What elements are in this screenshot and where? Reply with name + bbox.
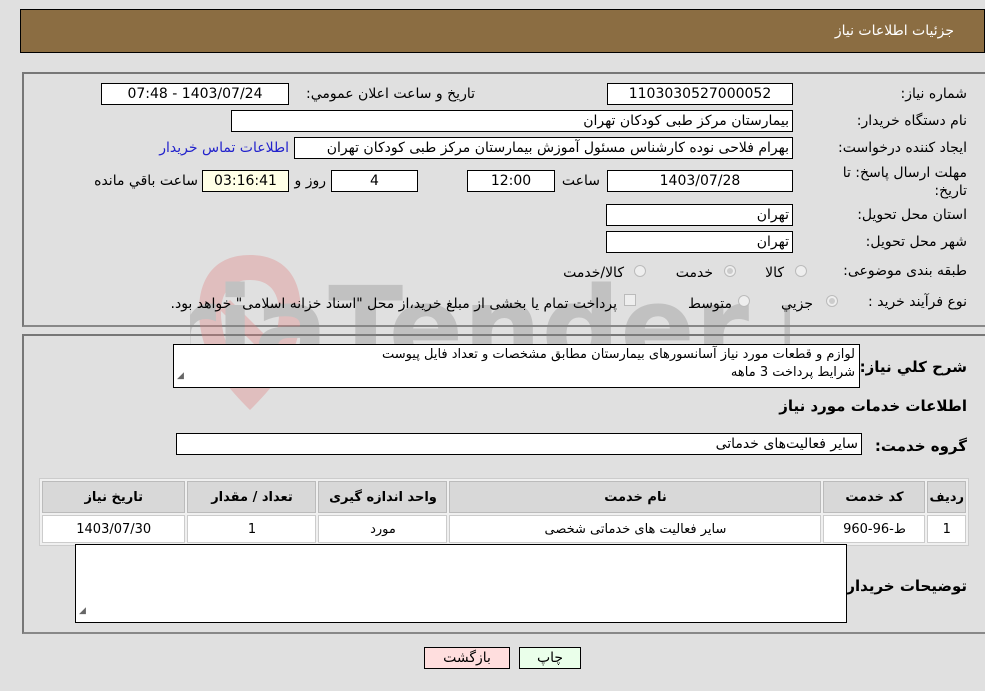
page-header: جزئیات اطلاعات نیاز: [20, 9, 985, 53]
buyer-notes-label: توضیحات خریدار:: [840, 577, 967, 595]
cell-service-code: ط-96-960: [823, 515, 926, 543]
deadline-time-label: ساعت: [561, 173, 600, 189]
province-label: استان محل تحویل:: [857, 207, 967, 223]
cell-quantity: 1: [187, 515, 317, 543]
page-title: جزئیات اطلاعات نیاز: [834, 23, 954, 39]
remaining-days-field: 4: [331, 170, 418, 192]
print-button[interactable]: چاپ: [519, 647, 581, 669]
creator-field: بهرام فلاحی نوده کارشناس مسئول آموزش بیم…: [294, 137, 793, 159]
remaining-time-label: ساعت باقي مانده: [94, 173, 198, 189]
table-header-row: ردیف کد خدمت نام خدمت واحد اندازه گیری ت…: [42, 481, 966, 513]
back-button[interactable]: بازگشت: [424, 647, 510, 669]
col-service-code: کد خدمت: [823, 481, 926, 513]
table-row: 1 ط-96-960 سایر فعالیت های خدماتی شخصی م…: [42, 515, 966, 543]
category-radio-service[interactable]: [724, 265, 736, 277]
treasury-bonds-text: پرداخت تمام یا بخشی از مبلغ خرید،از محل …: [170, 296, 617, 312]
remaining-time-field: 03:16:41: [202, 170, 289, 192]
col-service-name: نام خدمت: [449, 481, 822, 513]
category-option-goods: کالا: [765, 265, 784, 281]
description-textarea[interactable]: لوازم و قطعات مورد نیاز آسانسورهای بیمار…: [173, 344, 860, 388]
buyer-org-label: نام دستگاه خریدار:: [856, 113, 967, 129]
need-number-field: 1103030527000052: [607, 83, 793, 105]
col-unit: واحد اندازه گیری: [318, 481, 448, 513]
category-radio-goods[interactable]: [795, 265, 807, 277]
service-group-field: سایر فعالیت‌های خدماتی: [176, 433, 862, 455]
col-need-date: تاریخ نیاز: [42, 481, 186, 513]
category-label: طبقه بندی موضوعی:: [843, 263, 967, 279]
deadline-time-field: 12:00: [467, 170, 555, 192]
category-option-goods-service: کالا/خدمت: [563, 265, 624, 281]
province-field: تهران: [606, 204, 793, 226]
resize-grip-icon[interactable]: ◢: [177, 367, 184, 385]
city-field: تهران: [606, 231, 793, 253]
services-section-title: اطلاعات خدمات مورد نیاز: [779, 397, 967, 415]
buyer-contact-link[interactable]: اطلاعات تماس خریدار: [159, 140, 289, 156]
purchase-radio-medium[interactable]: [738, 295, 750, 307]
purchase-type-label: نوع فرآیند خرید :: [868, 294, 967, 310]
col-quantity: تعداد / مقدار: [187, 481, 317, 513]
cell-need-date: 1403/07/30: [42, 515, 186, 543]
city-label: شهر محل تحویل:: [865, 234, 967, 250]
treasury-bonds-checkbox[interactable]: [624, 294, 636, 306]
cell-row-number: 1: [927, 515, 966, 543]
cell-unit: مورد: [318, 515, 448, 543]
need-number-label: شماره نیاز:: [900, 86, 968, 102]
buyer-org-field: بیمارستان مرکز طبی کودکان تهران: [231, 110, 793, 132]
purchase-option-minor: جزيي: [781, 296, 813, 312]
deadline-label: مهلت ارسال پاسخ: تا تاریخ:: [842, 165, 967, 199]
purchase-option-medium: متوسط: [688, 296, 732, 312]
category-radio-goods-service[interactable]: [634, 265, 646, 277]
description-label: شرح کلي نياز:: [859, 358, 967, 376]
creator-label: ایجاد کننده درخواست:: [838, 140, 967, 156]
buyer-notes-textarea[interactable]: ◢: [75, 544, 847, 623]
category-option-service: خدمت: [675, 265, 713, 281]
deadline-date-field: 1403/07/28: [607, 170, 793, 192]
col-row-number: ردیف: [927, 481, 966, 513]
description-line-1: لوازم و قطعات مورد نیاز آسانسورهای بیمار…: [381, 347, 855, 362]
description-line-2: شرایط پرداخت 3 ماهه: [730, 365, 855, 380]
resize-grip-icon[interactable]: ◢: [79, 602, 86, 620]
purchase-radio-minor[interactable]: [826, 295, 838, 307]
announce-datetime-field: 1403/07/24 - 07:48: [101, 83, 289, 105]
service-group-label: گروه خدمت:: [874, 437, 967, 455]
days-label: روز و: [294, 173, 327, 189]
announce-datetime-label: تاریخ و ساعت اعلان عمومي:: [306, 86, 475, 102]
services-table: ردیف کد خدمت نام خدمت واحد اندازه گیری ت…: [39, 478, 969, 546]
cell-service-name: سایر فعالیت های خدماتی شخصی: [449, 515, 822, 543]
